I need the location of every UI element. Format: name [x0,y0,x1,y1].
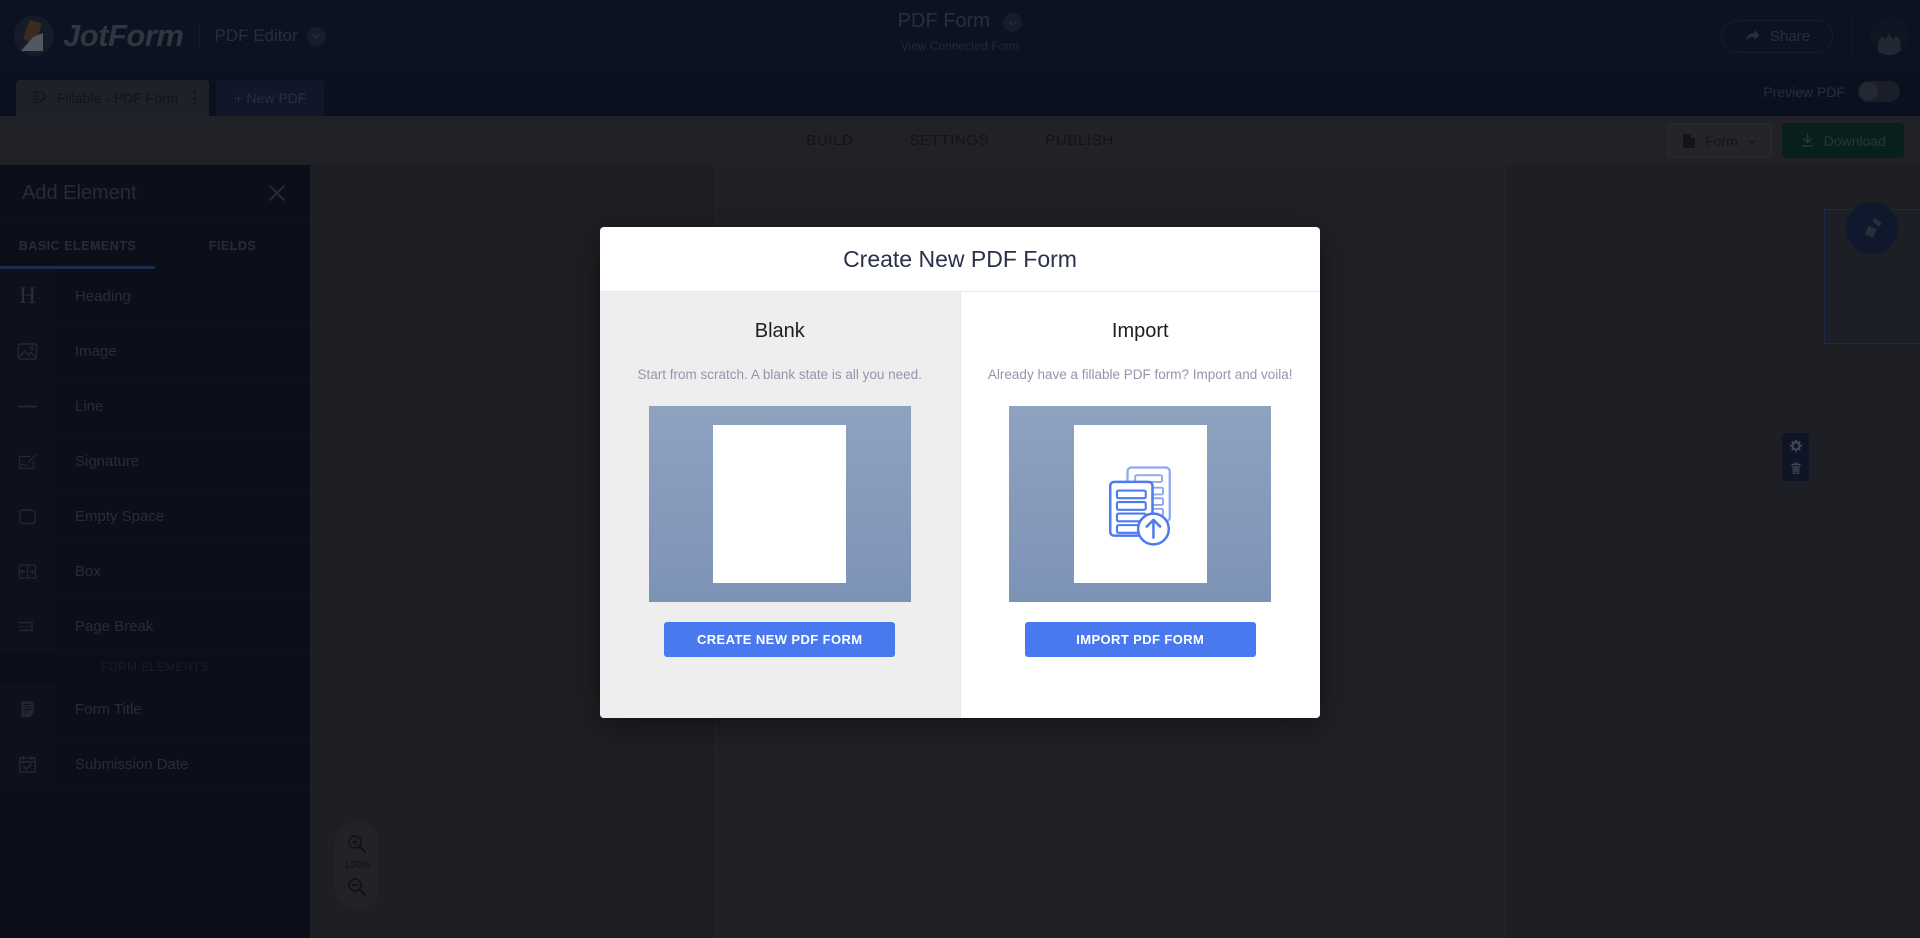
app-root: JotForm PDF Editor PDF Form View Connect… [0,0,1920,938]
import-option-description: Already have a fillable PDF form? Import… [987,367,1293,382]
create-new-pdf-form-modal: Create New PDF Form Blank Start from scr… [600,227,1320,718]
blank-option-pane: Blank Start from scratch. A blank state … [600,292,960,718]
import-document-upload-icon [1109,465,1172,546]
create-new-pdf-form-button[interactable]: CREATE NEW PDF FORM [664,621,896,657]
modal-header: Create New PDF Form [600,227,1320,292]
import-pdf-form-button[interactable]: IMPORT PDF FORM [1024,621,1256,657]
modal-body: Blank Start from scratch. A blank state … [600,292,1320,718]
blank-preview-thumbnail [648,405,911,602]
modal-title: Create New PDF Form [843,245,1077,272]
blank-option-description: Start from scratch. A blank state is all… [637,367,922,382]
blank-option-title: Blank [754,320,805,342]
import-option-title: Import [1111,320,1169,342]
import-option-pane: Import Already have a fillable PDF form?… [959,292,1320,718]
import-page-graphic [1073,424,1207,583]
import-preview-thumbnail [1009,405,1272,602]
blank-page-graphic [713,424,847,583]
